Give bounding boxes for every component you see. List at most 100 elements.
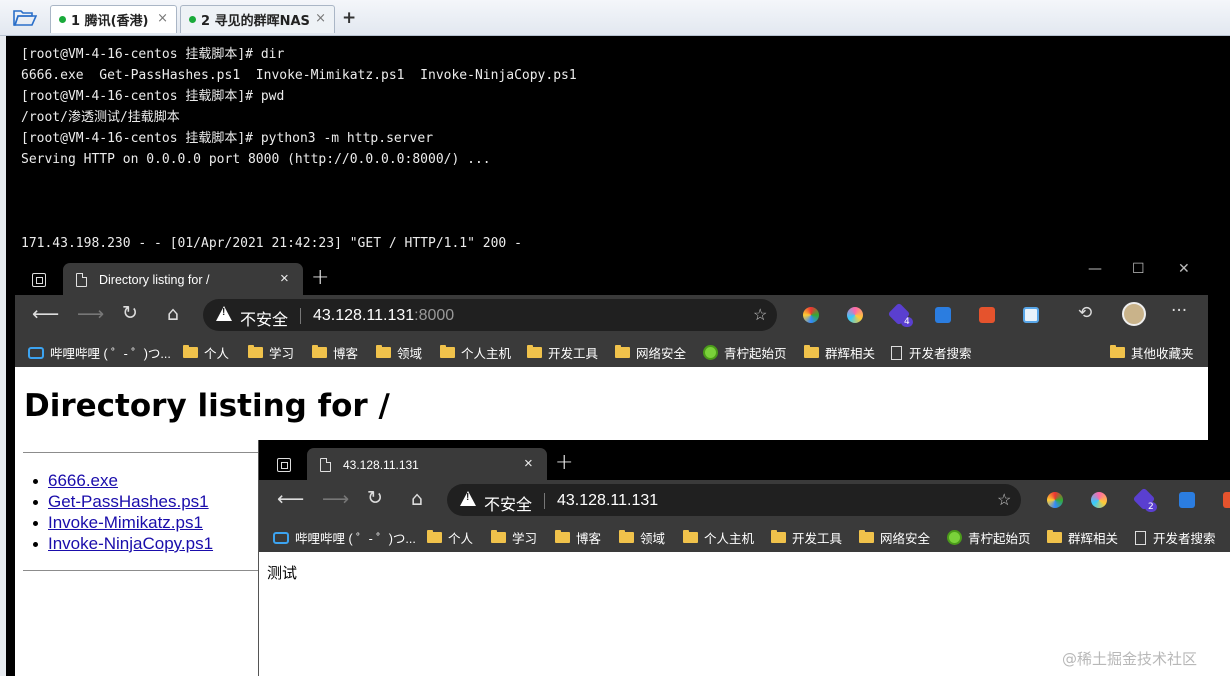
close-tab-icon[interactable]: × xyxy=(524,455,533,472)
bookmark-folder[interactable]: 个人 xyxy=(427,528,473,547)
file-link[interactable]: Get-PassHashes.ps1 xyxy=(33,492,209,512)
url-text: 43.128.11.131:8000 xyxy=(313,307,454,325)
bilibili-icon xyxy=(28,346,44,359)
terminal-line: Serving HTTP on 0.0.0.0 port 8000 (http:… xyxy=(21,152,491,167)
page-heading: Directory listing for / xyxy=(24,388,390,424)
extension-icon[interactable] xyxy=(847,307,863,323)
browser-tab-title: Directory listing for / xyxy=(99,273,210,287)
bookmark-lime[interactable]: 青柠起始页 xyxy=(703,343,787,362)
navigation-toolbar: ⟵ ⟶ ↻ ⌂ 不安全 43.128.11.131:8000 ☆ 4 ⟲ ··· xyxy=(15,295,1208,335)
maximize-button[interactable]: ☐ xyxy=(1132,261,1145,277)
extension-icon[interactable] xyxy=(935,307,951,323)
back-arrow-icon[interactable]: ⟵ xyxy=(32,303,59,325)
bookmark-folder[interactable]: 领域 xyxy=(619,528,665,547)
folder-icon xyxy=(619,530,634,543)
extension-icon[interactable] xyxy=(1023,307,1039,323)
folder-icon xyxy=(376,345,391,358)
forward-arrow-icon[interactable]: ⟶ xyxy=(77,303,104,325)
lime-icon xyxy=(703,345,718,360)
folder-open-icon[interactable] xyxy=(10,6,40,30)
folder-icon xyxy=(1047,530,1062,543)
browser-tab-active[interactable]: 43.128.11.131 × xyxy=(307,448,547,480)
page-icon xyxy=(76,273,87,287)
more-menu-button[interactable]: ··· xyxy=(1171,301,1187,321)
add-tab-button[interactable]: + xyxy=(342,8,356,28)
new-tab-button[interactable]: + xyxy=(311,265,329,290)
refresh-icon[interactable]: ↻ xyxy=(122,302,138,324)
tab-actions-icon[interactable] xyxy=(32,273,46,287)
bookmark-page[interactable]: 开发者搜索 xyxy=(891,343,972,362)
folder-icon xyxy=(440,345,455,358)
extension-icon[interactable] xyxy=(1091,492,1107,508)
other-bookmarks[interactable]: 其他收藏夹 xyxy=(1110,343,1194,362)
favorite-star-icon[interactable]: ☆ xyxy=(997,490,1011,510)
extension-icon[interactable] xyxy=(1047,492,1063,508)
forward-arrow-icon[interactable]: ⟶ xyxy=(322,488,349,510)
close-tab-icon[interactable]: × xyxy=(280,270,289,287)
home-icon[interactable]: ⌂ xyxy=(167,303,179,325)
folder-icon xyxy=(859,530,874,543)
bookmark-folder[interactable]: 学习 xyxy=(491,528,537,547)
address-bar[interactable]: 不安全 43.128.11.131 ☆ xyxy=(447,484,1021,516)
extension-icon[interactable] xyxy=(803,307,819,323)
bookmark-label: 开发工具 xyxy=(548,347,599,361)
bookmark-folder[interactable]: 领域 xyxy=(376,343,422,362)
terminal-tab-1[interactable]: 1 腾讯(香港) × xyxy=(50,5,177,33)
browser-window-test: 43.128.11.131 × + ⟵ ⟶ ↻ ⌂ 不安全 43.128.11.… xyxy=(258,440,1230,676)
bookmark-folder[interactable]: 博客 xyxy=(312,343,358,362)
tab-actions-icon[interactable] xyxy=(277,458,291,472)
bookmark-folder[interactable]: 群辉相关 xyxy=(804,343,875,362)
file-link[interactable]: Invoke-Mimikatz.ps1 xyxy=(33,513,203,533)
watermark: @稀土掘金技术社区 xyxy=(1062,650,1198,668)
bookmark-folder[interactable]: 群辉相关 xyxy=(1047,528,1118,547)
folder-icon xyxy=(771,530,786,543)
folder-icon xyxy=(527,345,542,358)
new-tab-button[interactable]: + xyxy=(555,450,573,475)
bookmark-folder[interactable]: 个人主机 xyxy=(440,343,511,362)
bookmark-folder[interactable]: 个人主机 xyxy=(683,528,754,547)
bookmark-label: 哔哩哔哩 ( ゜- ゜)つ... xyxy=(295,532,416,546)
bookmark-label: 个人主机 xyxy=(461,347,512,361)
bookmark-folder[interactable]: 开发工具 xyxy=(771,528,842,547)
file-link[interactable]: 6666.exe xyxy=(33,471,118,491)
bookmark-page[interactable]: 开发者搜索 xyxy=(1135,528,1216,547)
bookmark-bilibili[interactable]: 哔哩哔哩 ( ゜- ゜)つ... xyxy=(28,343,171,362)
page-body-text: 测试 xyxy=(267,564,298,582)
bookmark-folder[interactable]: 网络安全 xyxy=(859,528,930,547)
browser-tab-active[interactable]: Directory listing for / × xyxy=(63,263,303,295)
avatar-icon[interactable] xyxy=(1122,302,1146,326)
navigation-toolbar: ⟵ ⟶ ↻ ⌂ 不安全 43.128.11.131 ☆ 2 xyxy=(259,480,1230,520)
folder-icon xyxy=(1110,345,1125,358)
refresh-icon[interactable]: ↻ xyxy=(367,487,383,509)
page-icon xyxy=(320,458,331,472)
bookmark-folder[interactable]: 网络安全 xyxy=(615,343,686,362)
extension-icon[interactable] xyxy=(979,307,995,323)
close-icon[interactable]: × xyxy=(315,11,326,26)
favorite-star-icon[interactable]: ☆ xyxy=(753,305,767,325)
file-link[interactable]: Invoke-NinjaCopy.ps1 xyxy=(32,534,213,554)
insecure-label: 不安全 xyxy=(484,497,533,514)
bookmark-folder[interactable]: 个人 xyxy=(183,343,229,362)
status-dot-icon xyxy=(59,16,66,23)
address-bar[interactable]: 不安全 43.128.11.131:8000 ☆ xyxy=(203,299,777,331)
bookmark-folder[interactable]: 博客 xyxy=(555,528,601,547)
back-arrow-icon[interactable]: ⟵ xyxy=(277,488,304,510)
bookmark-folder[interactable]: 开发工具 xyxy=(527,343,598,362)
close-window-button[interactable]: ✕ xyxy=(1178,261,1190,277)
extension-icon[interactable] xyxy=(1223,492,1230,508)
bookmark-bilibili[interactable]: 哔哩哔哩 ( ゜- ゜)つ... xyxy=(273,528,416,547)
history-icon[interactable]: ⟲ xyxy=(1078,303,1092,323)
extension-icon[interactable] xyxy=(1179,492,1195,508)
minimize-button[interactable]: — xyxy=(1088,261,1102,277)
terminal-tab-2[interactable]: 2 寻见的群晖NAS × xyxy=(180,5,335,33)
bookmark-label: 个人 xyxy=(448,532,474,546)
extension-badge: 2 xyxy=(1145,502,1157,512)
lime-icon xyxy=(947,530,962,545)
bookmark-label: 网络安全 xyxy=(636,347,687,361)
home-icon[interactable]: ⌂ xyxy=(411,488,423,510)
close-icon[interactable]: × xyxy=(157,11,168,26)
address-separator xyxy=(300,308,301,324)
bookmark-folder[interactable]: 学习 xyxy=(248,343,294,362)
bookmark-lime[interactable]: 青柠起始页 xyxy=(947,528,1031,547)
folder-icon xyxy=(491,530,506,543)
